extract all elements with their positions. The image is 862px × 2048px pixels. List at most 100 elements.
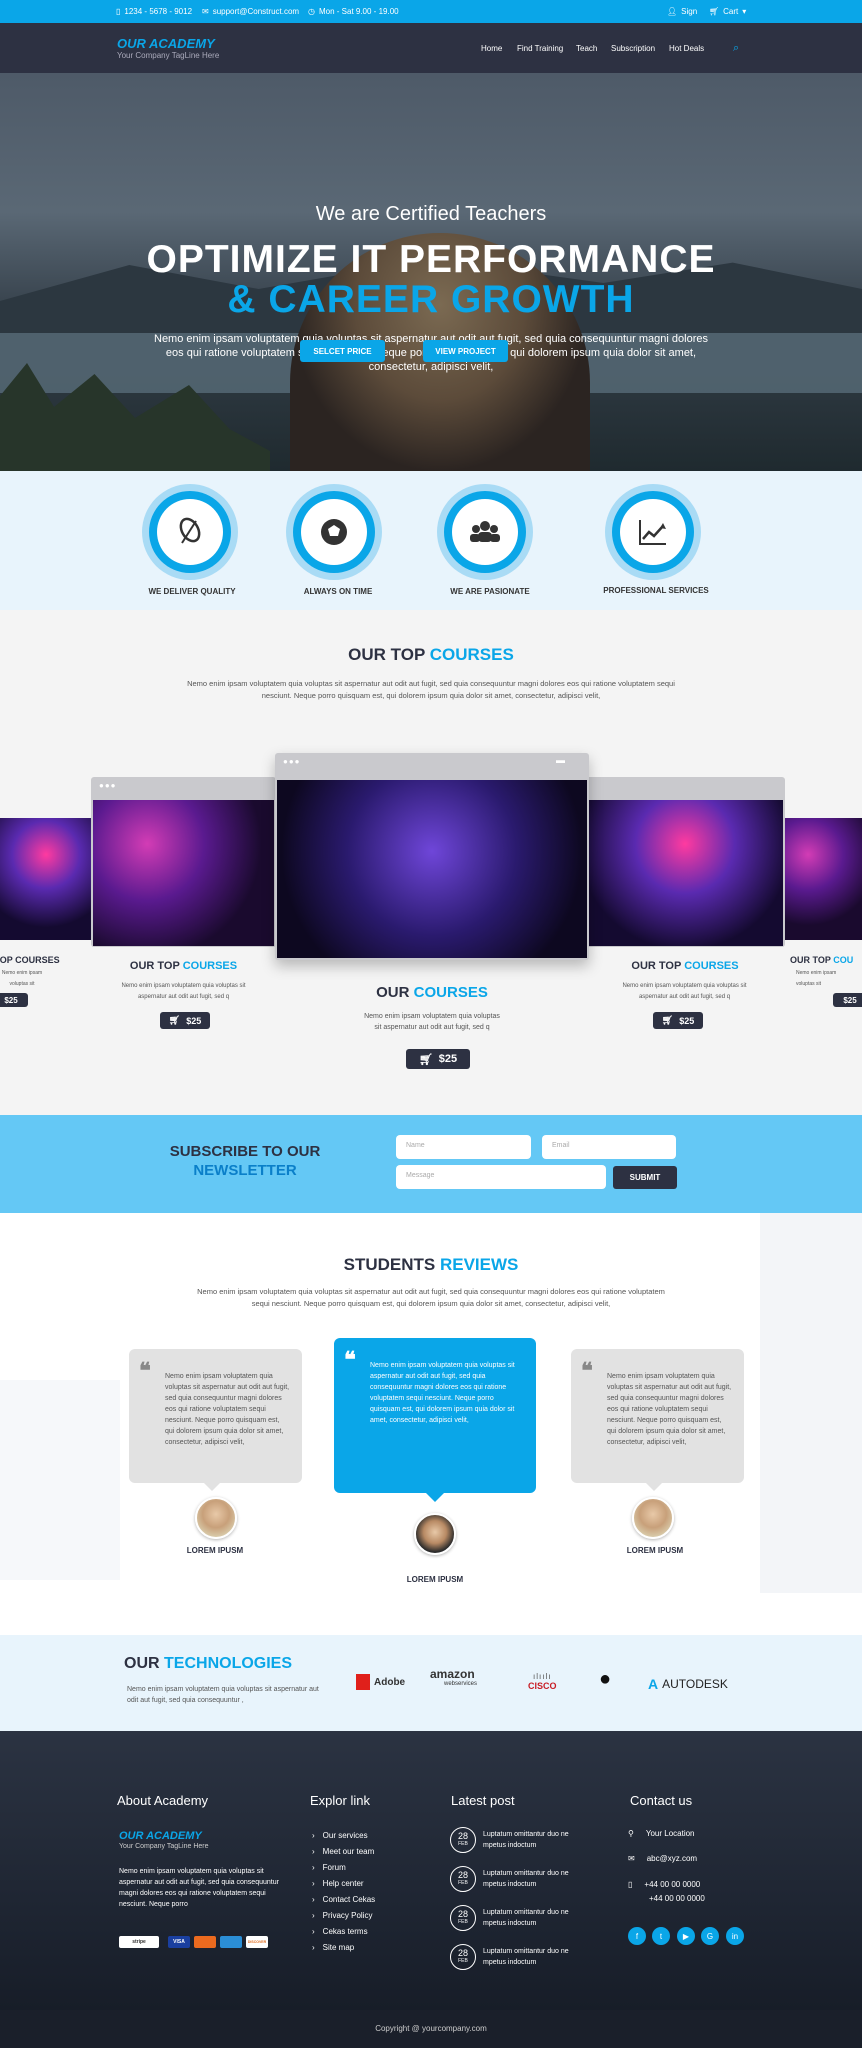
course-edge-right-price[interactable]: $25	[833, 993, 862, 1007]
review-right-name: LOREM IPUSM	[626, 1546, 684, 1555]
contact-location: ⚲ Your Location	[628, 1829, 695, 1838]
post-title[interactable]: Luptatum omittantur duo ne mpetus indoct…	[483, 1829, 593, 1851]
footer-link[interactable]: › Cekas terms	[312, 1927, 368, 1936]
footer-link[interactable]: › Our services	[312, 1831, 368, 1840]
footer-link[interactable]: › Help center	[312, 1879, 364, 1888]
amazon-label: amazon	[430, 1667, 475, 1681]
post-title[interactable]: Luptatum omittantur duo ne mpetus indoct…	[483, 1907, 593, 1929]
post-date-badge: 28 FEB	[450, 1866, 476, 1892]
adobe-icon	[356, 1674, 370, 1690]
caret-right-icon: ›	[312, 1879, 315, 1888]
autodesk-logo: A AUTODESK	[648, 1676, 728, 1692]
name-input[interactable]: Name	[396, 1135, 531, 1159]
caret-right-icon: ›	[312, 1895, 315, 1904]
caret-right-icon: ›	[312, 1847, 315, 1856]
cart-icon: 🛒︎	[661, 1015, 674, 1025]
visa-label: VISA	[173, 1939, 185, 1945]
edge-right-title-b: COU	[833, 955, 854, 965]
apple-logo-icon: ●	[599, 1668, 612, 1690]
review-left-pointer	[204, 1483, 220, 1491]
footer-link[interactable]: › Privacy Policy	[312, 1911, 372, 1920]
user-icon: 👤︎	[667, 7, 678, 16]
nav-find-training[interactable]: Find Training	[517, 44, 563, 53]
map-pin-icon: ⚲	[628, 1829, 634, 1838]
course-edge-right-text: Nemo enim ipsam voluptas sit	[796, 970, 837, 987]
select-price-button[interactable]: SELCET PRICE	[300, 340, 385, 362]
nav-subscription[interactable]: Subscription	[611, 44, 655, 53]
caret-right-icon: ›	[312, 1911, 315, 1920]
submit-button[interactable]: SUBMIT	[613, 1166, 677, 1189]
footer-link[interactable]: › Contact Cekas	[312, 1895, 375, 1904]
mail-icon: ✉	[628, 1854, 635, 1863]
facebook-icon[interactable]: f	[628, 1927, 646, 1945]
footer-link[interactable]: › Meet our team	[312, 1847, 374, 1856]
nav-home[interactable]: Home	[481, 44, 502, 53]
nav-hot-deals[interactable]: Hot Deals	[669, 44, 704, 53]
courses-intro-text: Nemo enim ipsam voluptatem quia voluptas…	[187, 679, 675, 700]
footer-link[interactable]: › Site map	[312, 1943, 354, 1952]
visa-card-icon: VISA	[168, 1936, 190, 1948]
footer-link[interactable]: › Forum	[312, 1863, 346, 1872]
twitter-icon[interactable]: t	[652, 1927, 670, 1945]
google-plus-icon[interactable]: G	[701, 1927, 719, 1945]
hero-title-line2: & CAREER GROWTH	[227, 278, 635, 321]
search-icon[interactable]: ⌕	[733, 42, 739, 55]
email-input[interactable]: Email	[542, 1135, 676, 1159]
cart-link[interactable]: 🛒︎ Cart ▾	[709, 7, 746, 16]
tech-title-b: TECHNOLOGIES	[164, 1655, 293, 1672]
phone-text: 1234 - 5678 - 9012	[124, 7, 193, 16]
review-center-pointer	[426, 1493, 444, 1502]
review-center-text: Nemo enim ipsam voluptatem quia voluptas…	[370, 1362, 515, 1424]
footer-link-label: Meet our team	[322, 1847, 375, 1856]
course-right-title-a: OUR TOP	[631, 960, 682, 972]
newsletter-title-line2: NEWSLETTER	[193, 1162, 297, 1179]
stripe-label: stripe	[132, 1939, 146, 1945]
contact-email-text: abc@xyz.com	[646, 1854, 698, 1863]
post-month: FEB	[458, 1919, 468, 1925]
reviews-intro-text: Nemo enim ipsam voluptatem quia voluptas…	[197, 1287, 665, 1308]
course-center-price-button[interactable]: 🛒︎ $25	[406, 1049, 470, 1069]
view-project-button[interactable]: VIEW PROJECT	[423, 340, 508, 362]
course-right-price-button[interactable]: 🛒︎ $25	[653, 1012, 703, 1029]
courses-title-a: OUR TOP	[348, 645, 426, 664]
course-left-price-button[interactable]: 🛒︎ $25	[160, 1012, 210, 1029]
logo[interactable]: OUR ACADEMY	[117, 36, 215, 51]
feature-passion-label: WE ARE PASIONATE	[450, 587, 530, 596]
course-left-text: Nemo enim ipsam voluptatem quia voluptas…	[121, 983, 246, 1000]
autodesk-icon: A	[648, 1676, 659, 1692]
top-contact-bar: ▯ 1234 - 5678 - 9012 ✉ support@Construct.c…	[0, 0, 862, 23]
contact-email[interactable]: ✉ abc@xyz.com	[628, 1854, 697, 1863]
chart-icon	[639, 520, 666, 545]
course-center-image	[277, 780, 587, 958]
cisco-logo: ılıılı CISCO	[528, 1672, 557, 1691]
discover-card-icon: DISCOVER	[246, 1936, 268, 1948]
sign-link[interactable]: 👤︎ Sign	[667, 7, 697, 16]
youtube-icon[interactable]: ▶	[677, 1927, 695, 1945]
footer-contact-heading: Contact us	[630, 1793, 693, 1808]
bg-building-left	[0, 1380, 120, 1580]
email-info[interactable]: ✉ support@Construct.com	[202, 7, 299, 16]
course-edge-left-price[interactable]: $25	[0, 993, 28, 1007]
cart-icon: 🛒︎	[418, 1053, 433, 1066]
footer-link-label: Help center	[322, 1879, 364, 1888]
newsletter-section	[0, 1115, 862, 1213]
footer-about-text: Nemo enim ipsam voluptatem quia voluptas…	[119, 1868, 279, 1908]
email-text: support@Construct.com	[212, 7, 300, 16]
contact-phone: ▯ +44 00 00 0000	[628, 1880, 700, 1889]
footer-logo: OUR ACADEMY	[119, 1830, 202, 1842]
window-dots: ●●●	[283, 757, 301, 766]
post-title[interactable]: Luptatum omittantur duo ne mpetus indoct…	[483, 1946, 593, 1968]
window-dots: ●●●	[99, 781, 117, 790]
course-right-text: Nemo enim ipsam voluptatem quia voluptas…	[622, 983, 747, 1000]
post-title[interactable]: Luptatum omittantur duo ne mpetus indoct…	[483, 1868, 593, 1890]
review-card-center: ❝ Nemo enim ipsam voluptatem quia volupta…	[334, 1338, 536, 1493]
feature-quality-label: WE DELIVER QUALITY	[148, 587, 236, 596]
quote-icon: ❝	[344, 1347, 356, 1372]
cisco-icon: ılıılı	[533, 1672, 552, 1681]
linkedin-icon[interactable]: in	[726, 1927, 744, 1945]
nav-teach[interactable]: Teach	[576, 44, 597, 53]
copyright-bar: Copyright @ yourcompany.com	[0, 2010, 862, 2048]
message-input[interactable]: Message	[396, 1165, 606, 1189]
cart-icon: 🛒︎	[168, 1015, 181, 1025]
course-edge-left-image	[0, 818, 92, 940]
